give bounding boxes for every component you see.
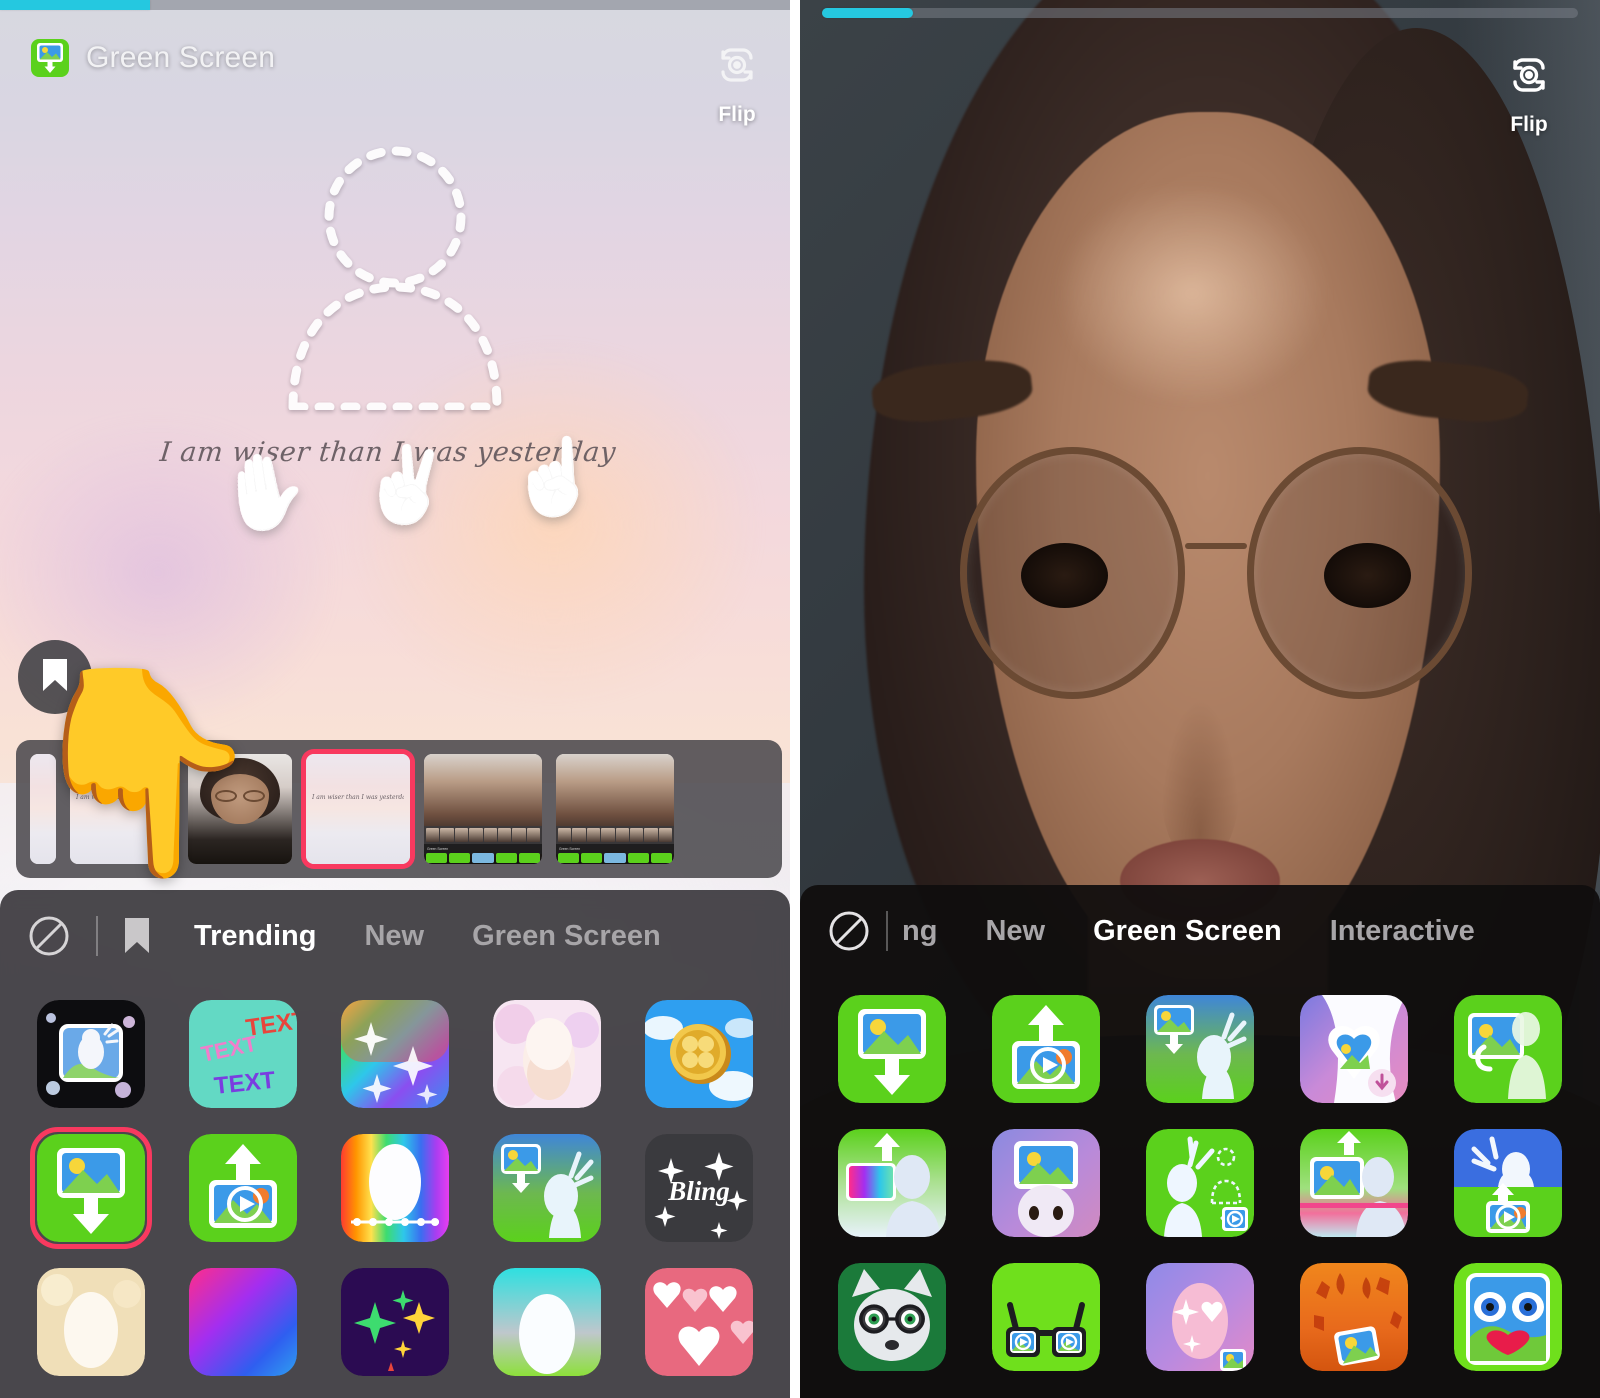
effect-purple-photo-face[interactable] (992, 1129, 1100, 1237)
list-item-selected[interactable]: I am wiser than I was yesterday (306, 754, 410, 864)
effect-bling-sparkle[interactable]: Bling (645, 1134, 753, 1242)
effects-grid (800, 977, 1600, 1371)
effect-green-screen-video[interactable] (992, 995, 1100, 1103)
effect-photo-frame-wave[interactable] (37, 1000, 145, 1108)
effect-autumn-leaves[interactable] (1300, 1263, 1408, 1371)
hand-gesture-2-icon: ✌ (357, 439, 455, 530)
comparison-screenshot: Green Screen Flip I am wiser than I was … (0, 0, 1600, 1398)
effect-raccoon-glasses[interactable] (838, 1263, 946, 1371)
effect-green-screen-photo-selected[interactable] (30, 1127, 152, 1249)
favorites-tab-icon[interactable] (122, 917, 152, 955)
panel-divider (790, 0, 800, 1398)
effect-rainbow-sparkle[interactable] (341, 1000, 449, 1108)
left-camera-screen: Green Screen Flip I am wiser than I was … (0, 0, 790, 1398)
effects-panel: ng New Green Screen Interactive (800, 885, 1600, 1398)
flip-label: Flip (1510, 113, 1548, 136)
effect-text-pop[interactable]: TEXT TEXT TEXT (189, 1000, 297, 1108)
right-camera-screen: Flip ng New Green Screen Interactive (800, 0, 1600, 1398)
effect-gold-coin[interactable] (645, 1000, 753, 1108)
left-header: Green Screen Flip (0, 0, 790, 127)
effect-cream-glow[interactable] (37, 1268, 145, 1376)
list-item[interactable]: Green Screen (556, 754, 674, 864)
effect-photo-glasses[interactable] (992, 1263, 1100, 1371)
thumb-caption: I am wiser than I was yesterday (312, 793, 404, 801)
tab-trending-truncated[interactable]: ng (902, 915, 961, 948)
flip-camera-button[interactable]: Flip (710, 38, 764, 127)
effect-wave-to-reveal[interactable] (1146, 1129, 1254, 1237)
effect-green-screen-photo[interactable] (838, 995, 946, 1103)
effect-soft-beauty[interactable] (493, 1000, 601, 1108)
right-header: Flip (800, 0, 1600, 137)
tab-green-screen[interactable]: Green Screen (448, 920, 685, 953)
thumb-caption: Green Screen (427, 847, 449, 851)
effect-cyan-glow[interactable] (493, 1268, 601, 1376)
effect-green-screen-video[interactable] (189, 1134, 297, 1242)
hand-gesture-3-icon: ☝ (506, 433, 602, 520)
effect-pink-sparkle-face[interactable] (1146, 1263, 1254, 1371)
list-item[interactable]: Green Screen (424, 754, 542, 864)
effect-title-group: Green Screen (30, 38, 275, 78)
effect-rainbow-filter-slider[interactable] (341, 1134, 449, 1242)
person-silhouette-dashed-icon (283, 145, 508, 412)
tab-interactive[interactable]: Interactive (1306, 915, 1499, 948)
toolbar-divider (886, 911, 888, 951)
effects-panel: Trending New Green Screen TEXT TEXT TEXT… (0, 890, 790, 1398)
effects-tabbar[interactable]: Trending New Green Screen (0, 890, 790, 982)
effect-neon-gradient[interactable] (189, 1268, 297, 1376)
no-effect-icon[interactable] (26, 913, 72, 959)
pointer-hand-cursor: 👇 (18, 660, 268, 883)
effect-photo-up-portrait[interactable] (838, 1129, 946, 1237)
effect-green-screen-wave[interactable] (1146, 995, 1254, 1103)
tab-new[interactable]: New (961, 915, 1069, 948)
effect-blue-wave-video[interactable] (1454, 1129, 1562, 1237)
tab-new[interactable]: New (340, 920, 448, 953)
effects-tabbar[interactable]: ng New Green Screen Interactive (800, 885, 1600, 977)
effect-green-screen-person[interactable] (1454, 995, 1562, 1103)
eyeglasses (960, 447, 1472, 699)
camera-flip-icon (710, 38, 764, 97)
tab-green-screen[interactable]: Green Screen (1069, 915, 1306, 948)
flip-label: Flip (718, 103, 756, 126)
effects-grid: TEXT TEXT TEXT Bling (0, 982, 790, 1376)
svg-text:Bling: Bling (667, 1176, 730, 1206)
green-screen-photo-icon (30, 38, 70, 78)
tab-trending[interactable]: Trending (170, 920, 340, 953)
effect-heart-photo[interactable] (1300, 995, 1408, 1103)
effect-green-screen-wave[interactable] (493, 1134, 601, 1242)
camera-flip-icon (1502, 48, 1556, 107)
no-effect-icon[interactable] (826, 908, 872, 954)
effect-hearts[interactable] (645, 1268, 753, 1376)
effect-sparkle-night[interactable] (341, 1268, 449, 1376)
effect-big-lips[interactable] (1454, 1263, 1562, 1371)
hand-gesture-1-icon: ✋ (212, 443, 316, 540)
thumb-caption: Green Screen (559, 847, 581, 851)
toolbar-divider (96, 916, 98, 956)
effect-photo-up-duo[interactable] (1300, 1129, 1408, 1237)
page-title: Green Screen (86, 41, 276, 74)
flip-camera-button[interactable]: Flip (1502, 48, 1556, 137)
